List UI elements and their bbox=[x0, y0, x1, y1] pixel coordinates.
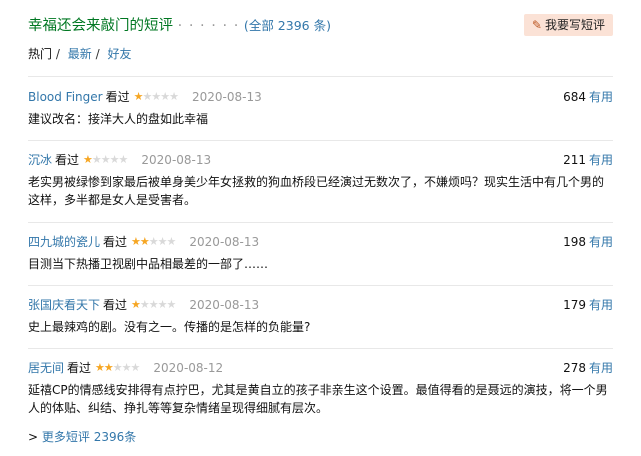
review-content: 目测当下热播卫视剧中品相最差的一部了…… bbox=[28, 257, 269, 271]
review-date: 2020-08-13 bbox=[189, 298, 260, 312]
star-filled-icon: ★ bbox=[95, 361, 105, 374]
review-username[interactable]: 居无间 bbox=[28, 361, 64, 375]
reviews-header: 幸福还会来敲门的短评 · · · · · · (全部 2396 条) ✎ 我要写短… bbox=[28, 14, 613, 38]
review-content: 建议改名：接洋大人的盘如此幸福 bbox=[28, 112, 209, 126]
watched-label: 看过 bbox=[55, 153, 80, 167]
useful-count: 684 bbox=[563, 90, 586, 104]
star-empty-icon: ★ bbox=[139, 298, 150, 311]
useful-button[interactable]: 有用 bbox=[589, 298, 613, 312]
useful-button[interactable]: 有用 bbox=[589, 153, 613, 167]
useful-count: 198 bbox=[563, 235, 586, 249]
star-empty-icon: ★ bbox=[166, 298, 177, 311]
rating-stars: ★★★★★ bbox=[83, 151, 129, 169]
useful-button[interactable]: 有用 bbox=[589, 235, 613, 249]
star-filled-icon: ★ bbox=[103, 361, 114, 374]
write-review-button[interactable]: ✎ 我要写短评 bbox=[523, 14, 613, 36]
review-item: 四九城的瓷儿 看过 ★★★★★ 2020-08-13 198 有用 目测当下热播卫视剧中… bbox=[28, 233, 613, 273]
review-date: 2020-08-13 bbox=[191, 90, 262, 104]
review-meta: 沉冰 看过 ★★★★★ 2020-08-13 211 有用 bbox=[28, 151, 613, 169]
review-username[interactable]: 张国庆看天下 bbox=[28, 298, 100, 312]
review-meta: Blood Finger 看过 ★★★★★ 2020-08-13 684 有用 bbox=[28, 88, 613, 106]
tab-separator: / bbox=[95, 47, 100, 61]
rating-stars: ★★★★★ bbox=[131, 296, 177, 314]
watched-label: 看过 bbox=[103, 235, 128, 249]
review-meta: 张国庆看天下 看过 ★★★★★ 2020-08-13 179 有用 bbox=[28, 296, 613, 314]
useful-vote: 211 有用 bbox=[563, 151, 613, 169]
star-empty-icon: ★ bbox=[166, 235, 177, 248]
all-reviews-count-link[interactable]: 全部 2396 条 bbox=[249, 18, 326, 33]
review-date: 2020-08-12 bbox=[153, 361, 224, 375]
useful-count: 278 bbox=[563, 361, 586, 375]
useful-vote: 179 有用 bbox=[563, 296, 613, 314]
rating-stars: ★★★★★ bbox=[134, 88, 179, 106]
divider bbox=[28, 140, 613, 141]
review-content: 老实男被绿惨到家最后被单身美少年女拯救的狗血桥段已经演过无数次了，不嫌烦吗？现实… bbox=[28, 175, 605, 207]
divider bbox=[28, 348, 613, 349]
divider bbox=[28, 285, 613, 286]
review-content: 延禧CP的情感线安排得有点拧巴，尤其是黄自立的孩子非亲生这个设置。最值得看的是聂… bbox=[28, 383, 608, 415]
review-username[interactable]: Blood Finger bbox=[28, 90, 103, 104]
write-review-label: 我要写短评 bbox=[544, 18, 605, 32]
section-title-text: 幸福还会来敲门的短评 bbox=[28, 18, 173, 34]
review-item: 张国庆看天下 看过 ★★★★★ 2020-08-13 179 有用 史上最辣鸡的剧。没有… bbox=[28, 296, 613, 336]
useful-button[interactable]: 有用 bbox=[589, 361, 613, 375]
star-empty-icon: ★ bbox=[130, 361, 141, 374]
useful-count: 211 bbox=[563, 153, 586, 167]
star-empty-icon: ★ bbox=[100, 153, 111, 166]
useful-count: 179 bbox=[563, 298, 586, 312]
more-reviews-label: 更多短评 2396条 bbox=[41, 430, 137, 444]
star-empty-icon: ★ bbox=[160, 90, 170, 103]
star-empty-icon: ★ bbox=[157, 235, 168, 248]
pen-icon: ✎ bbox=[531, 18, 542, 32]
useful-vote: 198 有用 bbox=[563, 233, 613, 251]
count-close-paren: ) bbox=[326, 18, 331, 33]
sort-tabs: 热门 / 最新 / 好友 bbox=[28, 45, 131, 62]
review-item: 沉冰 看过 ★★★★★ 2020-08-13 211 有用 老实男被绿惨到家最后被单身美… bbox=[28, 151, 613, 209]
review-meta: 四九城的瓷儿 看过 ★★★★★ 2020-08-13 198 有用 bbox=[28, 233, 613, 251]
tab-hot[interactable]: 热门 bbox=[28, 47, 52, 61]
star-empty-icon: ★ bbox=[157, 298, 168, 311]
star-empty-icon: ★ bbox=[118, 153, 129, 166]
star-empty-icon: ★ bbox=[112, 361, 123, 374]
star-empty-icon: ★ bbox=[121, 361, 132, 374]
review-date: 2020-08-13 bbox=[189, 235, 260, 249]
more-arrow: > bbox=[28, 430, 39, 444]
rating-stars: ★★★★★ bbox=[95, 359, 141, 377]
star-filled-icon: ★ bbox=[131, 298, 141, 311]
useful-vote: 278 有用 bbox=[563, 359, 613, 377]
tab-friends[interactable]: 好友 bbox=[107, 47, 131, 61]
review-item: 居无间 看过 ★★★★★ 2020-08-12 278 有用 延禧CP的情感线安排得有点… bbox=[28, 359, 613, 417]
useful-button[interactable]: 有用 bbox=[589, 90, 613, 104]
star-filled-icon: ★ bbox=[139, 235, 150, 248]
star-empty-icon: ★ bbox=[169, 90, 179, 103]
star-empty-icon: ★ bbox=[91, 153, 102, 166]
watched-label: 看过 bbox=[105, 90, 130, 104]
star-filled-icon: ★ bbox=[131, 235, 141, 248]
watched-label: 看过 bbox=[67, 361, 92, 375]
divider bbox=[28, 76, 613, 77]
title-dots: · · · · · · bbox=[177, 18, 240, 34]
review-item: Blood Finger 看过 ★★★★★ 2020-08-13 684 有用 建议改名… bbox=[28, 88, 613, 128]
review-date: 2020-08-13 bbox=[141, 153, 212, 167]
star-empty-icon: ★ bbox=[148, 298, 159, 311]
star-empty-icon: ★ bbox=[109, 153, 120, 166]
more-reviews-link[interactable]: > 更多短评 2396条 bbox=[28, 428, 136, 445]
review-meta: 居无间 看过 ★★★★★ 2020-08-12 278 有用 bbox=[28, 359, 613, 377]
rating-stars: ★★★★★ bbox=[131, 233, 177, 251]
watched-label: 看过 bbox=[103, 298, 128, 312]
divider bbox=[28, 222, 613, 223]
review-username[interactable]: 沉冰 bbox=[28, 153, 52, 167]
review-username[interactable]: 四九城的瓷儿 bbox=[28, 235, 100, 249]
star-empty-icon: ★ bbox=[151, 90, 161, 103]
tab-latest[interactable]: 最新 bbox=[68, 47, 92, 61]
star-empty-icon: ★ bbox=[148, 235, 159, 248]
tab-separator: / bbox=[55, 47, 60, 61]
star-filled-icon: ★ bbox=[83, 153, 93, 166]
review-content: 史上最辣鸡的剧。没有之一。传播的是怎样的负能量? bbox=[28, 320, 311, 334]
useful-vote: 684 有用 bbox=[563, 88, 613, 106]
short-reviews-panel: 幸福还会来敲门的短评 · · · · · · (全部 2396 条) ✎ 我要写短… bbox=[0, 0, 641, 456]
